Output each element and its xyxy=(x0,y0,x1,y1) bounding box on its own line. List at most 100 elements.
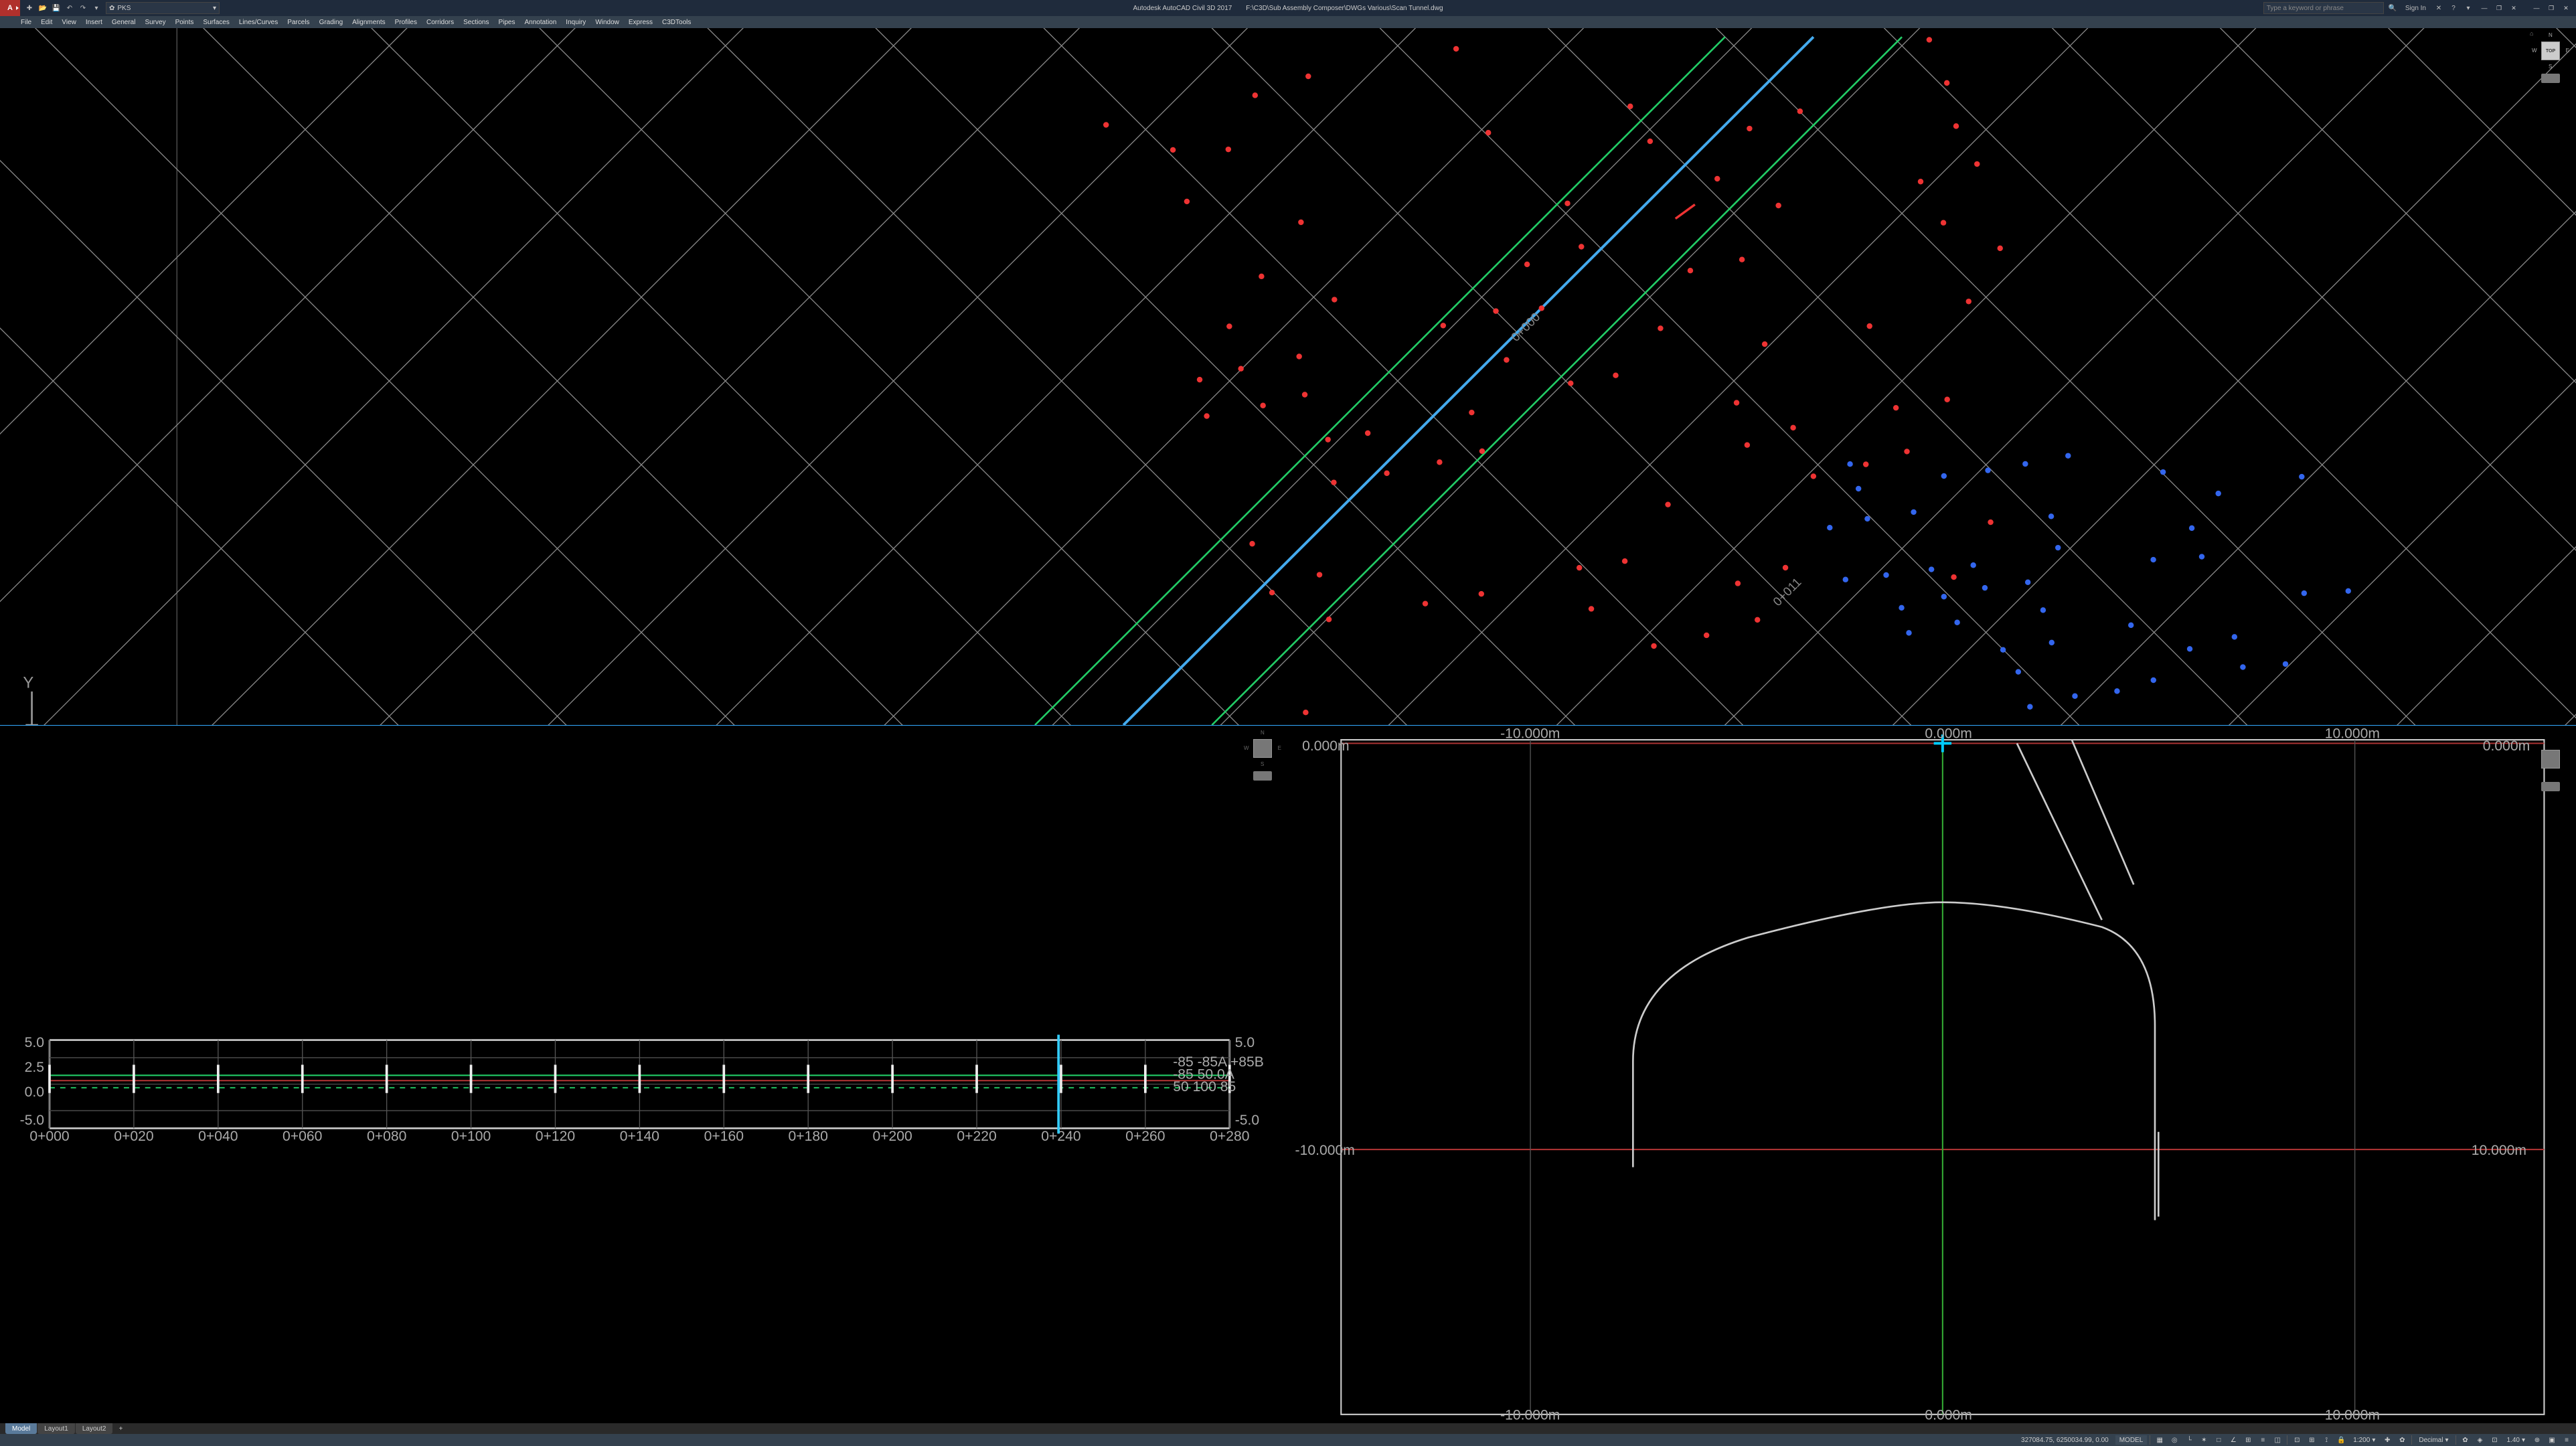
tab-model[interactable]: Model xyxy=(5,1423,37,1434)
menu-file[interactable]: File xyxy=(16,19,36,26)
quickprops-icon[interactable]: ⊡ xyxy=(2290,1435,2304,1445)
text-size-selector[interactable]: 1.40▾ xyxy=(2503,1435,2530,1445)
section-viewport[interactable]: 0.000m 0.000m -10.000m 10.000m -10.000m … xyxy=(1288,726,2576,1423)
viewcube-s[interactable]: S xyxy=(2549,64,2552,70)
profile-viewport[interactable]: 0+0000+0200+0400+0600+0800+1000+1200+140… xyxy=(0,726,1288,1423)
menu-annotation[interactable]: Annotation xyxy=(519,19,561,26)
isodraft-icon[interactable]: ◈ xyxy=(2474,1435,2487,1445)
menu-parcels[interactable]: Parcels xyxy=(283,19,314,26)
otrack-toggle-icon[interactable]: ∠ xyxy=(2227,1435,2240,1445)
viewcube-menu-icon[interactable] xyxy=(2541,74,2560,83)
viewcube-n[interactable]: N xyxy=(2549,32,2553,38)
qat-redo-icon[interactable]: ↷ xyxy=(78,3,88,13)
workspace-switch-icon[interactable]: ✿ xyxy=(2459,1435,2472,1445)
viewcube-section[interactable] xyxy=(2532,740,2569,791)
dyn-input-icon[interactable]: ⊞ xyxy=(2241,1435,2255,1445)
qat-undo-icon[interactable]: ↶ xyxy=(64,3,75,13)
menu-survey[interactable]: Survey xyxy=(140,19,170,26)
annoscale-gear-icon[interactable]: ✿ xyxy=(2395,1435,2409,1445)
doc-minimize-button[interactable]: — xyxy=(2477,2,2492,14)
app-minimize-button[interactable]: — xyxy=(2529,2,2544,14)
polar-toggle-icon[interactable]: ✶ xyxy=(2197,1435,2210,1445)
selection-cycling-icon[interactable]: ⊞ xyxy=(2305,1435,2318,1445)
svg-text:Y: Y xyxy=(23,674,33,692)
qat-new-icon[interactable]: ✚ xyxy=(24,3,35,13)
tab-layout2[interactable]: Layout2 xyxy=(76,1423,113,1434)
menu-sections[interactable]: Sections xyxy=(459,19,493,26)
viewcube-menu-icon[interactable] xyxy=(2541,782,2560,791)
menu-grading[interactable]: Grading xyxy=(315,19,348,26)
menu-linescurves[interactable]: Lines/Curves xyxy=(234,19,283,26)
app-name: Autodesk AutoCAD Civil 3D 2017 xyxy=(1133,5,1232,12)
svg-text:0+040: 0+040 xyxy=(198,1129,238,1144)
annotation-monitor-icon[interactable]: ⟟ xyxy=(2320,1435,2333,1445)
transparency-icon[interactable]: ◫ xyxy=(2271,1435,2284,1445)
qat-open-icon[interactable]: 📂 xyxy=(37,3,48,13)
menu-general[interactable]: General xyxy=(107,19,141,26)
viewcube-home-icon[interactable]: ⌂ xyxy=(2530,30,2533,37)
viewcube-face[interactable] xyxy=(1253,739,1272,758)
search-go-icon[interactable]: 🔍 xyxy=(2387,2,2399,14)
sign-in-button[interactable]: Sign In xyxy=(2401,5,2430,12)
viewcube-profile[interactable]: N S E W xyxy=(1244,730,1281,781)
customize-icon[interactable]: ≡ xyxy=(2560,1435,2573,1445)
menu-points[interactable]: Points xyxy=(171,19,199,26)
viewcube-plan[interactable]: ⌂ N S E W TOP xyxy=(2532,32,2569,83)
model-space-toggle[interactable]: MODEL xyxy=(2115,1435,2148,1445)
lineweight-icon[interactable]: ≡ xyxy=(2256,1435,2269,1445)
tab-layout1[interactable]: Layout1 xyxy=(37,1423,75,1434)
plan-viewport[interactable]: 0+000 0+011 Y X ⌂ N S E W TOP xyxy=(0,28,2576,726)
viewcube-n[interactable]: N xyxy=(1261,730,1265,736)
isolate-objects-icon[interactable]: ⊕ xyxy=(2530,1435,2544,1445)
viewcube-face[interactable] xyxy=(2541,750,2560,769)
add-layout-button[interactable]: + xyxy=(115,1423,126,1434)
menu-surfaces[interactable]: Surfaces xyxy=(198,19,234,26)
app-menu-button[interactable]: A xyxy=(0,0,20,16)
viewcube-menu-icon[interactable] xyxy=(1253,771,1272,781)
help-icon[interactable]: ? xyxy=(2447,2,2460,14)
app-close-button[interactable]: ✕ xyxy=(2559,2,2573,14)
viewcube-e[interactable]: E xyxy=(2566,48,2569,54)
app-maximize-button[interactable]: ❐ xyxy=(2544,2,2559,14)
menu-view[interactable]: View xyxy=(57,19,81,26)
viewcube-face[interactable]: TOP xyxy=(2541,42,2560,60)
menu-edit[interactable]: Edit xyxy=(36,19,57,26)
workspace-selector[interactable]: ✿ PKS ▾ xyxy=(106,2,220,14)
doc-maximize-button[interactable]: ❐ xyxy=(2492,2,2506,14)
help-dropdown-icon[interactable]: ▾ xyxy=(2462,2,2474,14)
clean-screen-icon[interactable]: ▣ xyxy=(2545,1435,2559,1445)
qat-save-icon[interactable]: 💾 xyxy=(51,3,62,13)
svg-text:0.000m: 0.000m xyxy=(1925,1408,1971,1423)
search-input[interactable]: Type a keyword or phrase xyxy=(2263,2,2384,14)
coordinates-readout: 327084.75, 6250034.99, 0.00 xyxy=(2016,1437,2114,1444)
osnap-toggle-icon[interactable]: □ xyxy=(2212,1435,2225,1445)
svg-text:10.000m: 10.000m xyxy=(2325,726,2380,741)
hardware-accel-icon[interactable]: ⊡ xyxy=(2488,1435,2502,1445)
menu-pipes[interactable]: Pipes xyxy=(493,19,519,26)
menu-insert[interactable]: Insert xyxy=(81,19,107,26)
menu-c3dtools[interactable]: C3DTools xyxy=(657,19,696,26)
viewcube-s[interactable]: S xyxy=(1261,761,1264,767)
grid-toggle-icon[interactable]: ▦ xyxy=(2153,1435,2166,1445)
menu-alignments[interactable]: Alignments xyxy=(347,19,390,26)
menu-corridors[interactable]: Corridors xyxy=(422,19,459,26)
units-selector[interactable]: Decimal▾ xyxy=(2415,1435,2452,1445)
viewcube-w[interactable]: W xyxy=(1244,745,1249,751)
menu-window[interactable]: Window xyxy=(590,19,624,26)
annotation-scale-selector[interactable]: 1:200▾ xyxy=(2349,1435,2379,1445)
annoscale-add-icon[interactable]: ✚ xyxy=(2381,1435,2394,1445)
svg-text:5.0: 5.0 xyxy=(1235,1035,1255,1050)
menu-inquiry[interactable]: Inquiry xyxy=(561,19,590,26)
menu-profiles[interactable]: Profiles xyxy=(390,19,422,26)
exchange-apps-icon[interactable]: ✕ xyxy=(2433,2,2445,14)
viewcube-e[interactable]: E xyxy=(1278,745,1281,751)
autoscale-lock-icon[interactable]: 🔒 xyxy=(2334,1435,2348,1445)
qat-dropdown-icon[interactable]: ▾ xyxy=(91,3,102,13)
doc-close-button[interactable]: ✕ xyxy=(2506,2,2521,14)
viewcube-w[interactable]: W xyxy=(2532,48,2537,54)
svg-text:50 100 85: 50 100 85 xyxy=(1173,1079,1236,1095)
ortho-toggle-icon[interactable]: └ xyxy=(2182,1435,2196,1445)
menu-express[interactable]: Express xyxy=(624,19,657,26)
snap-toggle-icon[interactable]: ◎ xyxy=(2168,1435,2181,1445)
svg-text:0+120: 0+120 xyxy=(536,1129,575,1144)
